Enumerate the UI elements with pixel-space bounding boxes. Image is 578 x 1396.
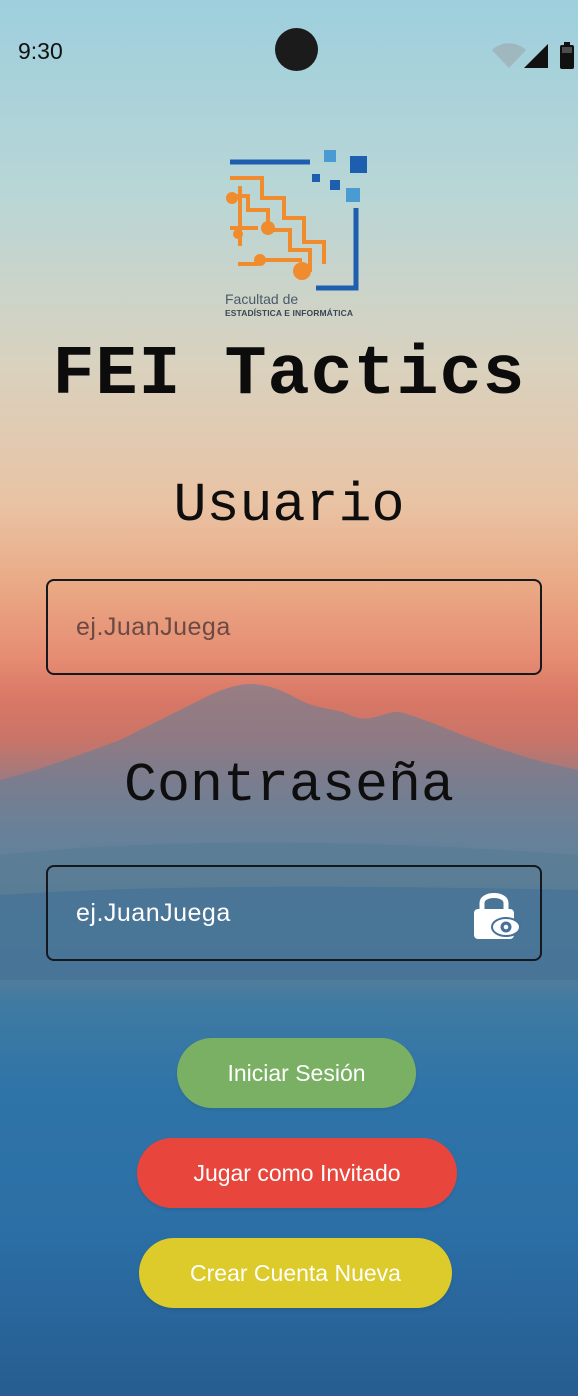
password-input[interactable]: ej.JuanJuega [46, 865, 542, 961]
wifi-icon [492, 43, 526, 68]
battery-icon [560, 42, 574, 69]
status-time: 9:30 [18, 38, 63, 64]
username-label: Usuario [173, 474, 405, 537]
camera-cutout [275, 28, 318, 71]
login-button[interactable]: Iniciar Sesión [177, 1038, 416, 1108]
logo-caption-faculty: Facultad de [225, 291, 299, 307]
password-label: Contraseña [123, 754, 455, 817]
login-screen: 9:30 Facultad de ESTADÍSTICA E INFORMÁTI… [0, 0, 578, 1396]
cellular-signal-icon [524, 44, 548, 68]
create-account-button[interactable]: Crear Cuenta Nueva [139, 1238, 452, 1308]
password-placeholder: ej.JuanJuega [76, 899, 231, 927]
play-as-guest-button[interactable]: Jugar como Invitado [137, 1138, 457, 1208]
app-title: FEI Tactics [52, 336, 526, 415]
username-placeholder: ej.JuanJuega [76, 613, 231, 641]
lock-eye-icon[interactable] [472, 889, 522, 941]
username-input[interactable]: ej.JuanJuega [46, 579, 542, 675]
status-icons [492, 42, 574, 69]
logo-caption-school: ESTADÍSTICA E INFORMÁTICA [225, 308, 354, 318]
status-bar: 9:30 [0, 0, 578, 104]
